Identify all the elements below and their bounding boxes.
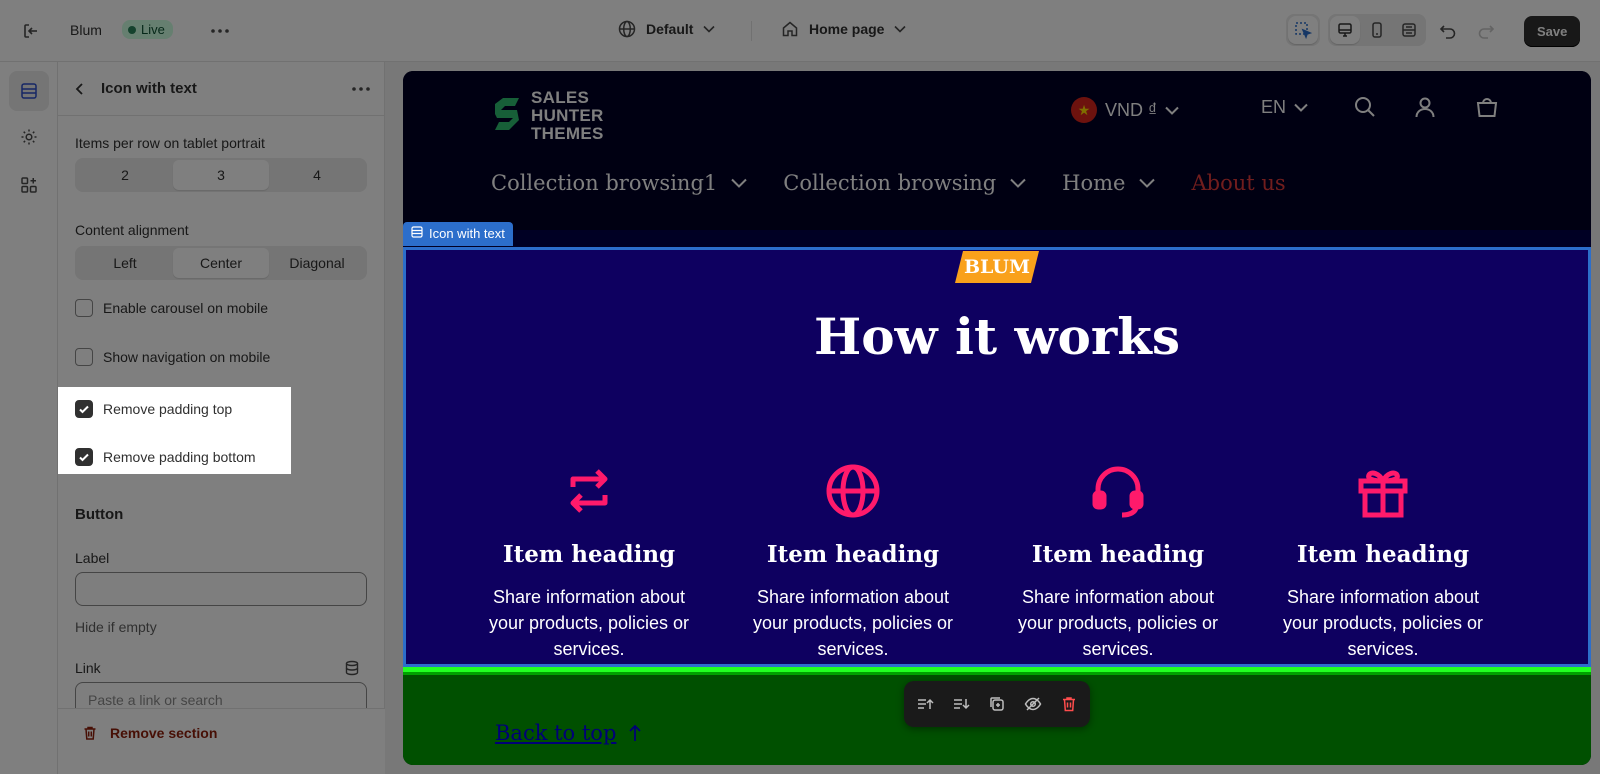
remove-padding-top-checkbox-row[interactable]: Remove padding top	[75, 400, 232, 418]
move-up-icon[interactable]	[913, 692, 937, 716]
delete-trash-icon[interactable]	[1057, 692, 1081, 716]
remove-padding-top-label: Remove padding top	[103, 401, 233, 417]
dim-overlay	[385, 62, 1600, 230]
checkmark-icon	[79, 405, 89, 414]
section-floating-toolbar	[904, 681, 1090, 727]
dim-overlay	[0, 0, 1600, 62]
checkmark-icon	[79, 453, 89, 462]
highlighted-checkbox-group: Remove padding top Remove padding bottom	[58, 387, 291, 474]
section-icon	[411, 226, 423, 238]
dim-overlay	[385, 230, 403, 774]
remove-padding-bottom-checkbox-row[interactable]: Remove padding bottom	[75, 448, 256, 466]
dim-overlay	[0, 62, 58, 774]
section-tag[interactable]: Icon with text	[403, 222, 513, 246]
remove-padding-top-checkbox[interactable]	[75, 400, 93, 418]
remove-padding-bottom-label: Remove padding bottom	[103, 449, 256, 465]
dim-overlay	[291, 387, 385, 474]
dim-overlay	[1591, 230, 1600, 774]
selected-section-outline	[403, 247, 1591, 667]
move-down-icon[interactable]	[949, 692, 973, 716]
hide-eye-icon[interactable]	[1021, 692, 1045, 716]
section-tag-label: Icon with text	[429, 226, 505, 241]
remove-padding-bottom-checkbox[interactable]	[75, 448, 93, 466]
dim-overlay	[58, 474, 385, 774]
duplicate-icon[interactable]	[985, 692, 1009, 716]
dim-overlay	[58, 62, 385, 387]
